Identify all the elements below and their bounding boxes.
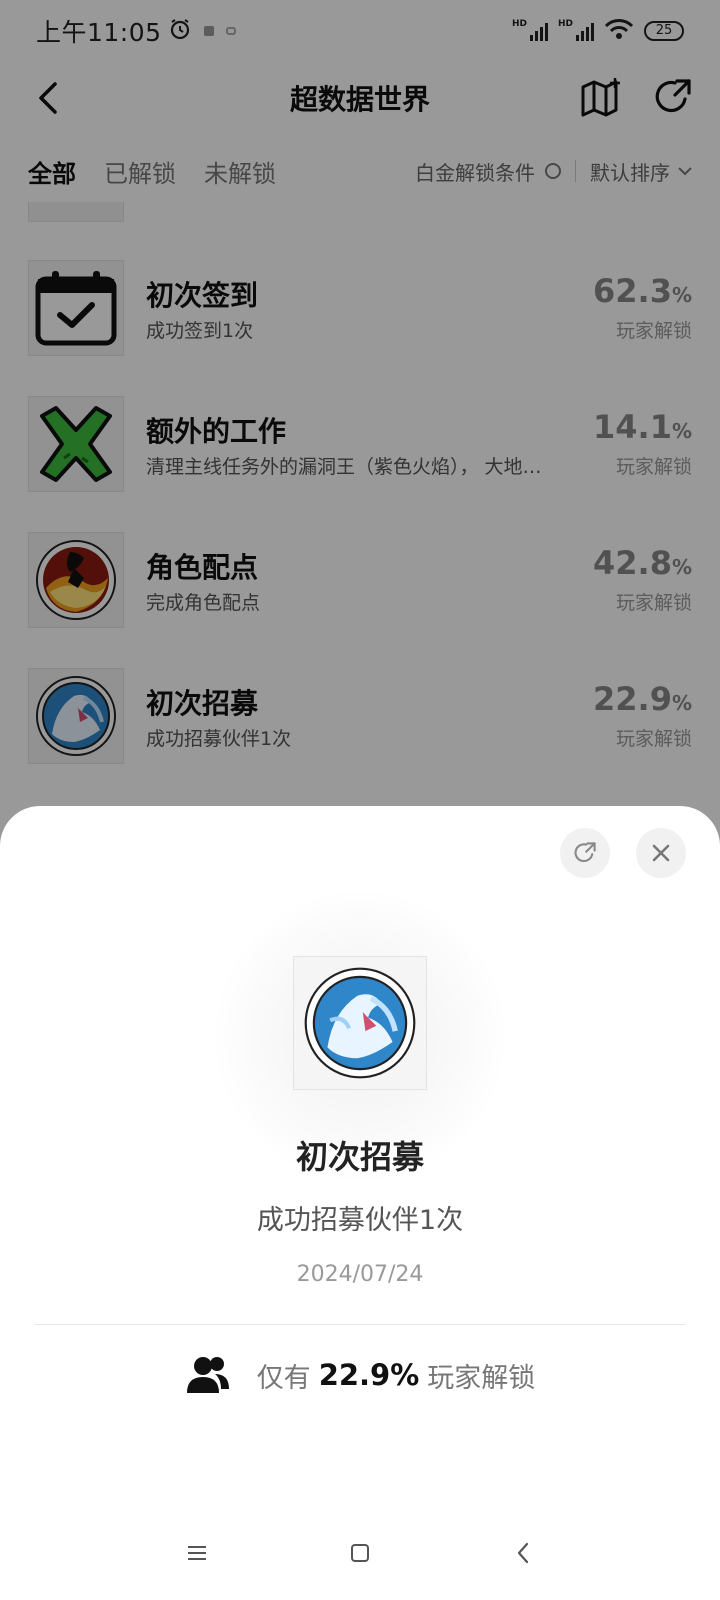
ice-wolf-badge-icon: [293, 956, 427, 1090]
unlock-date: 2024/07/24: [296, 1262, 424, 1287]
divider: [34, 1324, 686, 1325]
stat-prefix: 仅有: [256, 1362, 311, 1394]
menu-button[interactable]: [180, 1536, 214, 1570]
close-icon: [652, 844, 670, 862]
close-button[interactable]: [636, 828, 686, 878]
share-button[interactable]: [560, 828, 610, 878]
users-icon: [185, 1355, 231, 1395]
system-back-button[interactable]: [506, 1536, 540, 1570]
menu-icon: [188, 1546, 206, 1560]
stat-suffix: 玩家解锁: [427, 1362, 536, 1394]
unlock-stat: 仅有 22.9% 玩家解锁: [0, 1350, 720, 1400]
system-nav-bar: [0, 1522, 720, 1582]
home-square-icon: [351, 1544, 369, 1562]
home-button[interactable]: [343, 1536, 377, 1570]
sheet-description: 成功招募伙伴1次: [256, 1205, 464, 1236]
sheet-title: 初次招募: [295, 1138, 424, 1176]
share-icon: [574, 842, 596, 863]
back-arrow-icon: [517, 1542, 529, 1564]
stat-value: 22.9%: [318, 1358, 420, 1392]
achievement-detail-sheet: 初次招募 成功招募伙伴1次 2024/07/24 仅有 22.9% 玩家解锁: [0, 806, 720, 1600]
